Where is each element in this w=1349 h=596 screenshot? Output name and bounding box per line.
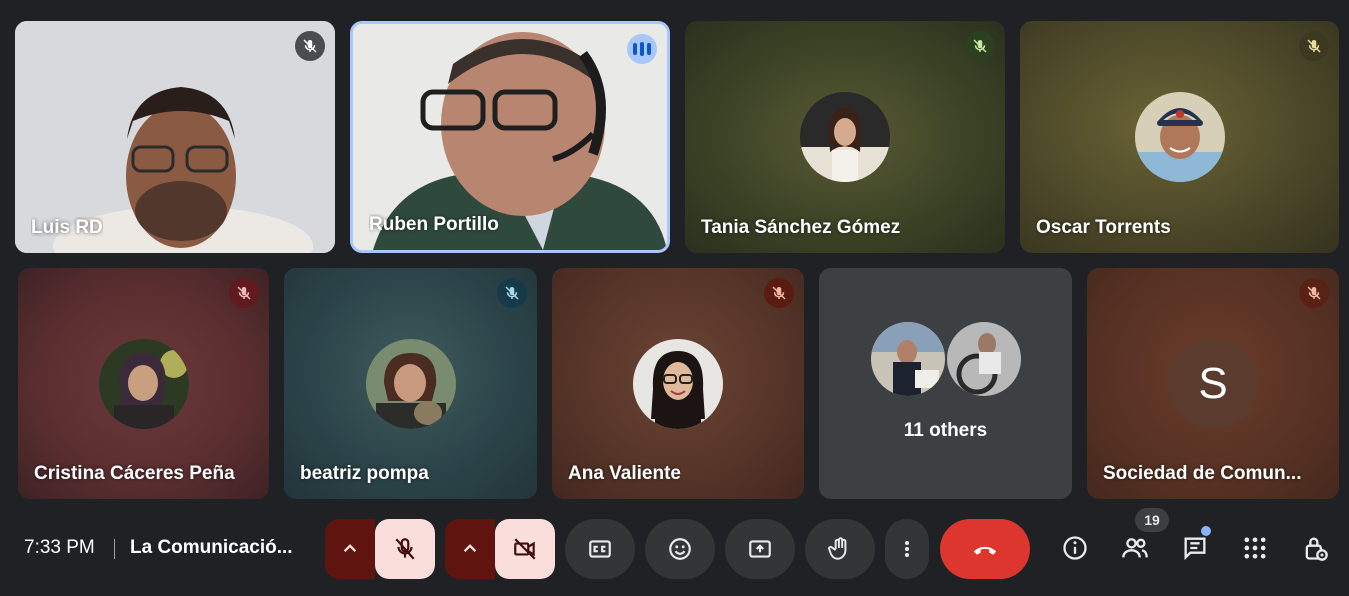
avatar bbox=[98, 338, 189, 429]
mic-off-indicator bbox=[497, 278, 527, 308]
leave-call-button[interactable] bbox=[940, 519, 1030, 579]
others-tile[interactable]: 11 others bbox=[819, 268, 1072, 499]
host-controls-icon bbox=[1305, 537, 1328, 561]
mic-options-button[interactable] bbox=[325, 519, 375, 579]
others-count-label: 11 others bbox=[903, 420, 988, 441]
participant-tile-ana-valiente[interactable]: Ana Valiente bbox=[552, 268, 804, 499]
participant-name: Tania Sánchez Gómez bbox=[701, 217, 901, 238]
toggle-camera-button[interactable] bbox=[495, 519, 555, 579]
others-avatars bbox=[870, 322, 1021, 396]
hang-up-icon bbox=[973, 546, 997, 555]
mic-off-indicator bbox=[764, 278, 794, 308]
microphone-off-icon bbox=[303, 39, 317, 53]
meeting-details-button[interactable] bbox=[1059, 532, 1091, 564]
people-icon bbox=[1122, 538, 1148, 558]
present-screen-icon bbox=[749, 540, 771, 558]
participant-name: Ana Valiente bbox=[568, 463, 681, 484]
more-options-button[interactable] bbox=[885, 519, 929, 579]
info-icon bbox=[1063, 536, 1087, 560]
mic-off-indicator bbox=[229, 278, 259, 308]
participant-name: Cristina Cáceres Peña bbox=[34, 463, 235, 484]
divider bbox=[114, 539, 115, 559]
emoji-button[interactable] bbox=[645, 519, 715, 579]
toggle-microphone-button[interactable] bbox=[375, 519, 435, 579]
microphone-off-icon bbox=[1307, 39, 1321, 53]
participants-count-badge: 19 bbox=[1135, 508, 1169, 532]
microphone-off-icon bbox=[237, 286, 251, 300]
mic-off-indicator bbox=[1299, 278, 1329, 308]
raise-hand-button[interactable] bbox=[805, 519, 875, 579]
participant-tile-luis-rd[interactable]: Luis RD bbox=[15, 21, 335, 253]
emoji-icon bbox=[669, 538, 691, 560]
participant-tile-tania-sanchez-gomez[interactable]: Tania Sánchez Gómez bbox=[685, 21, 1005, 253]
participant-tile-oscar-torrents[interactable]: Oscar Torrents bbox=[1020, 21, 1339, 253]
avatar bbox=[946, 322, 1021, 396]
present-screen-button[interactable] bbox=[725, 519, 795, 579]
chat-button[interactable] bbox=[1179, 532, 1211, 564]
host-controls-button[interactable] bbox=[1299, 532, 1331, 564]
participant-name: Sociedad de Comun... bbox=[1103, 463, 1302, 484]
microphone-off-icon bbox=[1307, 286, 1321, 300]
participant-tile-beatriz-pompa[interactable]: beatriz pompa bbox=[284, 268, 537, 499]
participant-tile-sociedad-de-comun[interactable]: S Sociedad de Comun... bbox=[1087, 268, 1339, 499]
avatar bbox=[365, 338, 456, 429]
chevron-up-icon bbox=[463, 544, 477, 553]
microphone-off-icon bbox=[395, 538, 415, 560]
camera-off-icon bbox=[514, 538, 536, 560]
participant-name: Oscar Torrents bbox=[1036, 217, 1171, 238]
chevron-up-icon bbox=[343, 544, 357, 553]
participant-name: Luis RD bbox=[31, 217, 103, 238]
participant-tile-ruben-portillo[interactable]: Ruben Portillo bbox=[350, 21, 670, 253]
activities-icon bbox=[1244, 537, 1266, 559]
participant-name: Ruben Portillo bbox=[369, 214, 499, 235]
participant-name: beatriz pompa bbox=[300, 463, 429, 484]
microphone-off-icon bbox=[505, 286, 519, 300]
avatar bbox=[1134, 92, 1225, 182]
participant-tile-cristina-caceres-pena[interactable]: Cristina Cáceres Peña bbox=[18, 268, 269, 499]
mic-off-indicator bbox=[965, 31, 995, 61]
microphone-control-group bbox=[325, 519, 435, 579]
avatar: S bbox=[1168, 338, 1258, 429]
more-options-icon bbox=[905, 541, 909, 557]
microphone-off-icon bbox=[973, 39, 987, 53]
closed-captions-icon bbox=[589, 540, 611, 558]
avatar bbox=[870, 322, 945, 396]
camera-control-group bbox=[445, 519, 555, 579]
camera-options-button[interactable] bbox=[445, 519, 495, 579]
mic-off-indicator bbox=[295, 31, 325, 61]
speaking-indicator bbox=[627, 34, 657, 64]
meeting-clock: 7:33 PM bbox=[24, 537, 95, 558]
new-message-indicator bbox=[1201, 526, 1211, 536]
avatar bbox=[800, 92, 890, 182]
avatar bbox=[633, 338, 723, 429]
raise-hand-icon bbox=[828, 537, 847, 560]
mic-off-indicator bbox=[1299, 31, 1329, 61]
people-button[interactable] bbox=[1119, 532, 1151, 564]
microphone-off-icon bbox=[772, 286, 786, 300]
chat-icon bbox=[1184, 537, 1206, 561]
captions-button[interactable] bbox=[565, 519, 635, 579]
activities-button[interactable] bbox=[1239, 532, 1271, 564]
meeting-title[interactable]: La Comunicació... bbox=[130, 537, 300, 559]
